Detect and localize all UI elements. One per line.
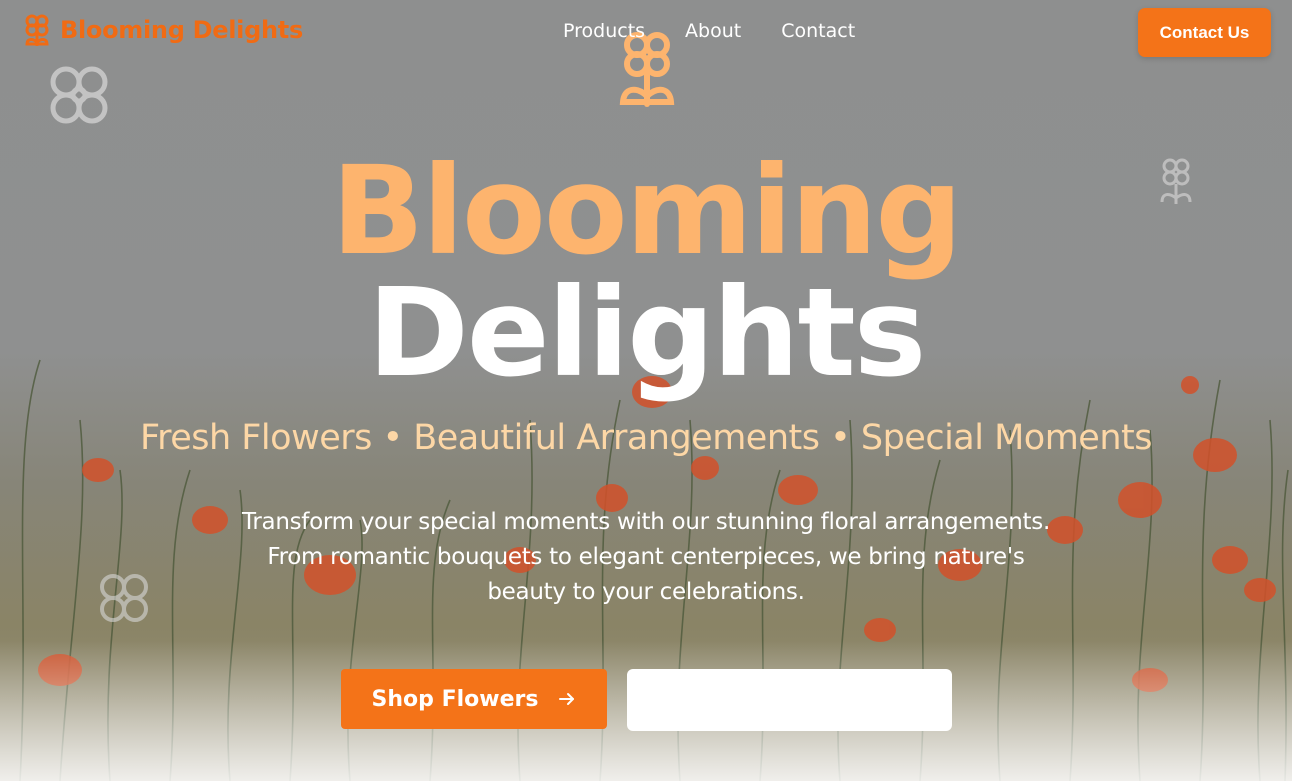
nav-link-products[interactable]: Products [563,20,645,42]
top-navigation: Blooming Delights Products About Contact… [0,0,1292,64]
arrow-right-icon [558,690,576,708]
hero-description: Transform your special moments with our … [242,509,1050,605]
contact-us-button[interactable]: Contact Us [1138,8,1271,57]
hero-title-line1: Blooming [331,140,963,282]
brand-logo[interactable]: Blooming Delights [24,14,303,46]
flower-decoration-icon [46,62,112,132]
flower-icon [24,14,50,46]
shop-flowers-button[interactable]: Shop Flowers [341,669,607,729]
brand-name: Blooming Delights [60,16,303,44]
nav-link-about[interactable]: About [685,20,741,42]
shop-flowers-label: Shop Flowers [371,686,539,712]
flower-decoration-icon [96,570,152,630]
secondary-hero-button[interactable] [627,669,952,731]
nav-link-contact[interactable]: Contact [781,20,855,42]
nav-links: Products About Contact [563,20,855,42]
hero-tagline: Fresh Flowers • Beautiful Arrangements •… [140,418,1152,458]
hero-title-line2: Delights [367,262,927,404]
